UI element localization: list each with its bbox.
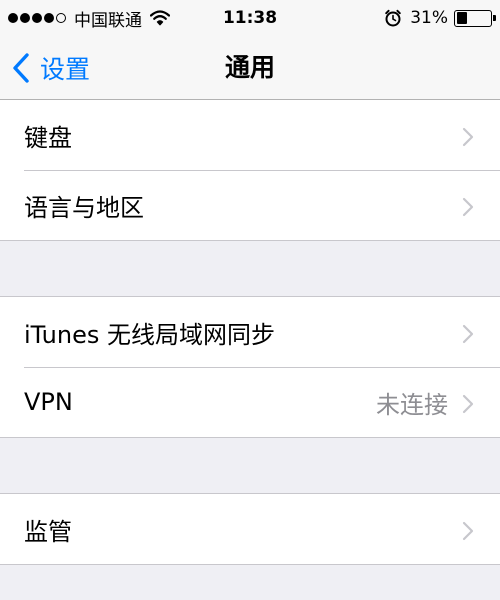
settings-group-regulatory: 监管 [0,493,500,565]
back-button[interactable]: 设置 [10,36,90,99]
battery-percent: 31% [410,8,448,28]
alarm-icon [384,9,402,27]
chevron-right-icon [462,392,474,414]
row-label: 监管 [24,517,72,546]
status-bar: 中国联通 11:38 31% [0,0,500,36]
battery-tip [493,14,496,21]
row-label: iTunes 无线局域网同步 [24,320,276,349]
navigation-bar: 设置 通用 [0,36,500,100]
settings-row-itunes-wifi-sync[interactable]: iTunes 无线局域网同步 [0,297,500,367]
settings-group-input: 键盘 语言与地区 [0,100,500,241]
chevron-right-icon [462,322,474,344]
battery-icon [454,9,496,27]
status-bar-right: 31% [384,0,496,36]
chevron-right-icon [462,519,474,541]
vpn-status-value: 未连接 [376,390,448,419]
settings-group-network: iTunes 无线局域网同步 VPN 未连接 [0,296,500,438]
row-label: 语言与地区 [24,193,144,222]
settings-list: 键盘 语言与地区 iTunes 无线局域网同步 VPN 未连接 监管 [0,100,500,565]
row-label: VPN [24,388,73,416]
settings-row-language-region[interactable]: 语言与地区 [0,170,500,240]
settings-row-regulatory[interactable]: 监管 [0,494,500,564]
chevron-left-icon [10,52,32,84]
battery-level [456,12,467,24]
row-label: 键盘 [24,123,72,152]
back-button-label: 设置 [40,54,91,84]
settings-row-vpn[interactable]: VPN 未连接 [0,367,500,437]
chevron-right-icon [462,195,474,217]
settings-row-keyboard[interactable]: 键盘 [0,100,500,170]
chevron-right-icon [462,125,474,147]
